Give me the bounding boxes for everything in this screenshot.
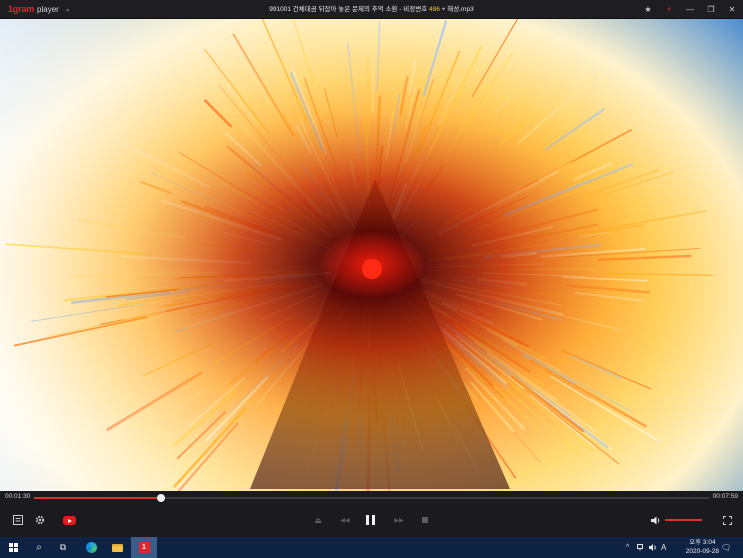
window-controls: ★ ⚡ — ❐ ✕ [643,0,737,19]
close-button[interactable]: ✕ [727,0,737,19]
seek-bar[interactable] [34,494,709,502]
stop-icon [422,517,428,523]
clock-time: 오후 3:04 [689,539,716,546]
previous-button[interactable]: ◀◀ [338,514,352,526]
volume-level [665,519,702,521]
window-title: 991001 건체대곰 뒤잡아 놓은 문제의 추억 소환 - 비정변호 486 … [0,0,743,19]
notification-icon[interactable]: 🗨 [721,537,731,558]
control-bar: ⏏ ◀◀ ▶▶ [0,503,743,537]
app-logo[interactable]: 1gram player ⌄ [8,0,71,19]
title-bar: 1gram player ⌄ 991001 건체대곰 뒤잡아 놓은 문제의 추억… [0,0,743,19]
title-suffix: + 해성.mp3 [439,6,474,13]
restore-button[interactable]: ❐ [706,0,716,19]
taskbar-clock[interactable]: 오후 3:04 2020-09-28 [686,539,719,556]
total-time: 00:07:59 [712,493,738,500]
stop-button[interactable] [419,514,431,526]
search-icon[interactable]: ⌕ [28,537,50,558]
task-view-icon[interactable]: ⧉ [52,537,74,558]
logo-mark: 1gram [8,4,35,14]
file-explorer-icon[interactable] [105,537,129,558]
start-button[interactable] [0,537,26,558]
youtube-icon[interactable] [63,516,76,525]
volume-icon[interactable] [650,514,662,526]
volume-slider[interactable] [665,519,702,521]
speaker-icon[interactable] [649,544,657,551]
pin-icon[interactable]: ★ [643,0,653,19]
video-area[interactable] [0,19,743,491]
seek-row: 00:01:30 00:07:59 [0,491,743,503]
language-indicator[interactable]: A [661,543,666,552]
minimize-button[interactable]: — [685,0,695,19]
gear-icon[interactable] [34,514,46,526]
fullscreen-button[interactable] [721,514,733,526]
menu-caret-icon[interactable]: ⌄ [65,5,71,13]
windows-taskbar: ⌕ ⧉ 1 ^ A 오후 3:04 2020-09-28 🗨 [0,537,743,558]
seek-progress [34,497,161,499]
system-tray: A [637,537,666,558]
pause-icon [365,515,375,525]
eject-button[interactable]: ⏏ [312,514,324,526]
network-icon[interactable] [637,544,645,551]
clock-date: 2020-09-28 [685,547,719,555]
current-time: 00:01:30 [5,493,31,500]
title-prefix: 991001 건체대곰 뒤잡아 놓은 문제의 추억 소환 - 비정변호 [269,6,430,13]
seek-handle[interactable] [156,494,165,502]
edge-browser-icon[interactable] [79,537,103,558]
pause-button[interactable] [364,514,376,526]
title-highlight: 486 [429,6,440,13]
record-icon[interactable]: ⚡ [664,0,674,19]
gom-player-taskbar-icon[interactable]: 1 [131,537,157,558]
playlist-icon[interactable] [12,514,24,526]
visualizer-image [0,19,743,491]
tray-chevron-icon[interactable]: ^ [626,537,629,558]
windows-icon [8,543,18,552]
next-button[interactable]: ▶▶ [392,514,406,526]
logo-text: player [37,4,59,14]
